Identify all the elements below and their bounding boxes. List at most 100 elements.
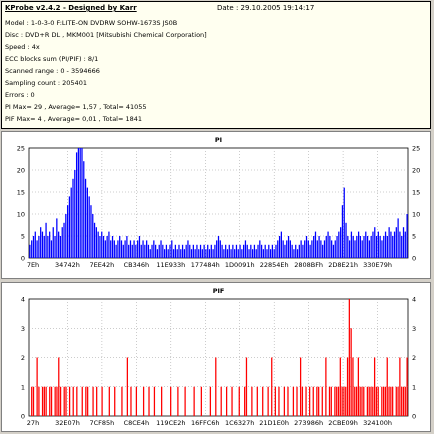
data-bar [63,386,65,416]
data-bar [234,249,236,258]
data-bar [244,386,246,416]
data-bar [220,386,222,416]
x-tick-label: 330E79h [363,261,392,269]
data-bar [402,227,405,258]
data-bar [350,231,353,258]
data-bar [340,227,342,258]
data-bar [345,222,347,258]
y-tick-label-right: 0 [412,255,416,263]
data-bar [232,244,234,258]
data-bar [58,357,60,416]
x-tick-label: 177484h [191,261,220,269]
data-bar [251,386,253,416]
info-panel: KProbe v2.4.2 - Designed by Karr Date : … [1,1,431,129]
data-bar [205,249,207,258]
data-bar [370,386,372,416]
data-bar [95,227,97,258]
data-bar [277,240,279,258]
data-bar [49,231,51,258]
y-tick-label-left: 2 [21,354,25,362]
app-title: KProbe v2.4.2 - Designed by Karr [5,4,137,12]
data-bar [368,386,370,416]
y-tick-label-right: 15 [412,189,420,197]
data-bar [81,148,83,258]
y-tick-label-right: 5 [412,233,416,241]
data-bar [162,244,164,258]
data-bar [298,244,300,258]
data-bar [375,236,378,258]
data-bar [377,386,379,416]
data-bar [339,357,341,416]
y-tick-label-left: 15 [17,189,25,197]
data-bar [160,240,162,258]
data-bar [273,249,275,258]
data-bar [328,386,331,416]
data-bar [329,236,331,258]
data-bar [115,244,117,258]
data-bar [231,386,233,416]
data-bar [348,240,351,258]
data-bar [305,236,308,258]
y-tick-label-right: 10 [412,211,420,219]
data-bar [163,249,166,258]
data-bar [198,249,200,258]
x-tick-label: 2808BFh [294,261,323,269]
data-bar [383,386,385,416]
data-bar [267,386,269,416]
data-bar [343,187,345,258]
data-bar [129,240,132,258]
data-bar [302,244,304,258]
data-bar [169,244,171,258]
x-tick-label: 1D0091h [225,261,255,269]
data-bar [316,386,318,416]
data-bar [153,386,156,416]
data-bar [181,244,184,258]
data-bar [101,386,103,416]
data-bar [296,249,299,258]
data-bar [363,236,365,258]
y-tick-label-right: 2 [412,354,416,362]
data-bar [58,231,60,258]
data-bar [184,386,186,416]
data-bar [341,386,343,416]
data-bar [259,240,261,258]
data-bar [161,386,163,416]
data-bar [395,386,397,416]
y-tick-label-left: 10 [17,211,25,219]
data-bar [101,231,103,258]
y-tick-label-left: 25 [17,145,25,153]
x-tick-label: 1C6327h [225,419,254,427]
data-bar [300,240,302,258]
data-bar [337,386,340,416]
data-bar [155,244,157,258]
data-bar [56,386,58,416]
data-bar [299,357,302,416]
data-bar [221,244,223,258]
data-bar [84,178,87,258]
data-bar [347,236,349,258]
data-bar [238,386,240,416]
data-bar [96,386,98,416]
data-bar [395,227,397,258]
data-bar [293,249,295,258]
data-bar [203,244,205,258]
data-bar [357,357,360,416]
data-bar [76,386,78,416]
data-bar [345,386,347,416]
data-bar [183,249,186,258]
data-bar [316,240,318,258]
data-bar [332,244,335,258]
data-bar [325,236,327,258]
data-bar [393,231,396,258]
y-tick-label-right: 4 [412,296,416,304]
data-bar [359,386,361,416]
data-bar [93,222,96,258]
data-bar [226,249,229,258]
info-pif-stats: PIF Max= 4 , Average= 0,01 , Total= 1841 [5,115,143,123]
data-bar [311,240,313,258]
data-bar [29,244,31,258]
data-bar [201,249,203,258]
data-bar [274,386,276,416]
data-bar [122,244,124,258]
data-bar [68,386,71,416]
